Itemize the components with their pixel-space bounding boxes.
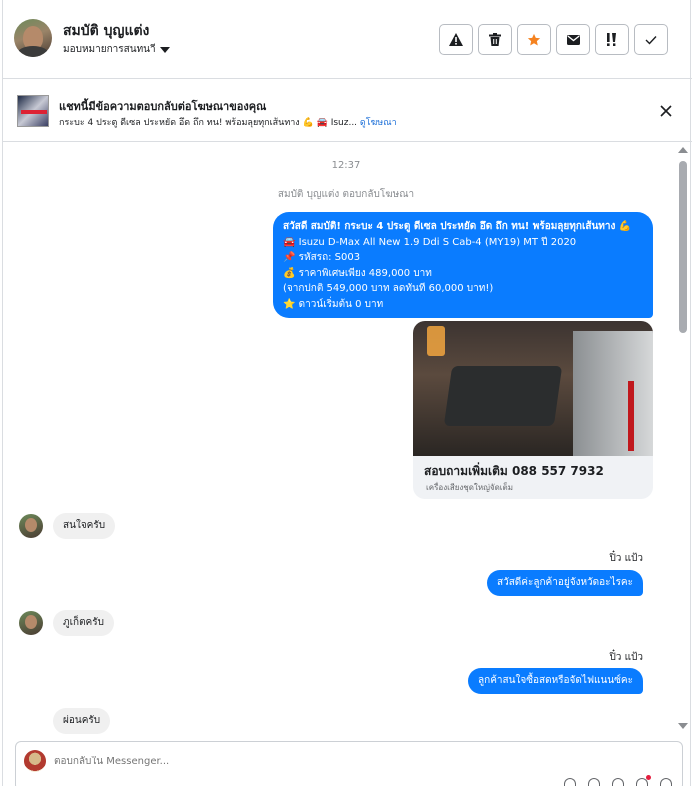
attachment-icon[interactable] — [564, 778, 576, 786]
reply-composer — [15, 741, 683, 786]
message-bubble[interactable]: ภูเก็ตครับ — [53, 610, 114, 636]
message-bubble[interactable]: สนใจครับ — [53, 513, 116, 539]
saved-reply-icon[interactable] — [636, 775, 651, 786]
scroll-down-icon[interactable] — [678, 723, 688, 729]
message-line: 💰 ราคาพิเศษเพียง 489,000 บาท — [283, 267, 432, 279]
close-icon[interactable] — [658, 103, 674, 119]
view-ad-link[interactable]: ดูโฆษณา — [360, 118, 397, 128]
contact-avatar[interactable] — [14, 19, 52, 57]
reply-input[interactable] — [54, 756, 454, 767]
mark-unread-button[interactable] — [556, 24, 590, 55]
ad-banner-subtitle: กระบะ 4 ประตู ดีเซล ประหยัด อึด ถึก ทน! … — [59, 115, 397, 129]
scroll-thumb[interactable] — [679, 161, 687, 333]
envelope-icon — [566, 34, 580, 45]
ad-message-bubble[interactable]: สวัสดี สมบัติ! กระบะ 4 ประตู ดีเซล ประหย… — [273, 212, 653, 318]
chevron-down-icon — [159, 46, 170, 53]
message-line: ⭐ ดาวน์เริ่มต้น 0 บาท — [283, 298, 384, 310]
ad-banner-title: แชทนี้มีข้อความตอบกลับต่อโฆษณาของคุณ — [59, 100, 267, 113]
toolbar — [439, 24, 668, 55]
sender-name: ปิ๋ว แป้ว — [609, 652, 643, 663]
card-subtitle: เครื่องเสียงชุดใหญ่จัดเต็ม — [426, 483, 514, 492]
emoji-icon[interactable] — [588, 778, 600, 786]
avatar[interactable] — [19, 514, 43, 538]
follow-up-button[interactable] — [595, 24, 629, 55]
check-icon — [645, 35, 657, 45]
assign-label: มอบหมายการสนทนาี — [63, 44, 156, 55]
gif-icon[interactable] — [612, 778, 624, 786]
trash-icon — [489, 33, 501, 46]
ad-reply-banner: แชทนี้มีข้อความตอบกลับต่อโฆษณาของคุณ กระ… — [3, 79, 692, 142]
thread-scrollbar[interactable] — [678, 143, 688, 733]
priority-icon — [607, 33, 616, 46]
warning-icon — [449, 33, 463, 46]
ad-reply-note: สมบัติ บุญแต่ง ตอบกลับโฆษณา — [277, 189, 415, 200]
message-line: (จากปกติ 549,000 บาท ลดทันที 60,000 บาท!… — [283, 283, 494, 294]
page-avatar — [24, 750, 46, 772]
ad-media-card[interactable]: สอบถามเพิ่มเติม 088 557 7932 เครื่องเสีย… — [413, 321, 653, 499]
contact-name[interactable]: สมบัติ บุญแต่ง — [63, 20, 149, 42]
mark-done-button[interactable] — [634, 24, 668, 55]
star-button[interactable] — [517, 24, 551, 55]
sender-name: ปิ๋ว แป้ว — [609, 553, 643, 564]
message-line: 📌 รหัสรถ: S003 — [283, 252, 361, 263]
composer-tools — [564, 775, 672, 786]
conversation-header: สมบัติ บุญแต่ง มอบหมายการสนทนาี — [3, 0, 692, 79]
scroll-up-icon[interactable] — [678, 147, 688, 153]
message-thread[interactable]: 12:37 สมบัติ บุญแต่ง ตอบกลับโฆษณา สวัสดี… — [3, 143, 679, 740]
ad-banner-text: กระบะ 4 ประตู ดีเซล ประหยัด อึด ถึก ทน! … — [59, 118, 358, 128]
delete-button[interactable] — [478, 24, 512, 55]
card-title: สอบถามเพิ่มเติม 088 557 7932 — [424, 464, 604, 478]
like-icon[interactable] — [660, 778, 672, 786]
spam-button[interactable] — [439, 24, 473, 55]
star-icon — [527, 33, 541, 45]
message-line: สวัสดี สมบัติ! กระบะ 4 ประตู ดีเซล ประหย… — [283, 221, 632, 232]
message-bubble[interactable]: ผ่อนครับ — [53, 708, 111, 734]
conversation-panel: สมบัติ บุญแต่ง มอบหมายการสนทนาี แชทนี้มี… — [2, 0, 692, 786]
message-bubble[interactable]: สวัสดีค่ะลูกค้าอยู่จังหวัดอะไรคะ — [486, 570, 643, 596]
message-bubble[interactable]: ลูกค้าสนใจซื้อสดหรือจัดไฟแนนซ์คะ — [468, 668, 643, 694]
avatar[interactable] — [19, 611, 43, 635]
car-interior-image — [413, 321, 653, 456]
ad-thumbnail[interactable] — [17, 95, 49, 127]
assign-conversation-dropdown[interactable]: มอบหมายการสนทนาี — [63, 42, 170, 57]
message-line: 🚘 Isuzu D-Max All New 1.9 Ddi S Cab-4 (M… — [283, 236, 577, 248]
timestamp: 12:37 — [331, 160, 361, 171]
